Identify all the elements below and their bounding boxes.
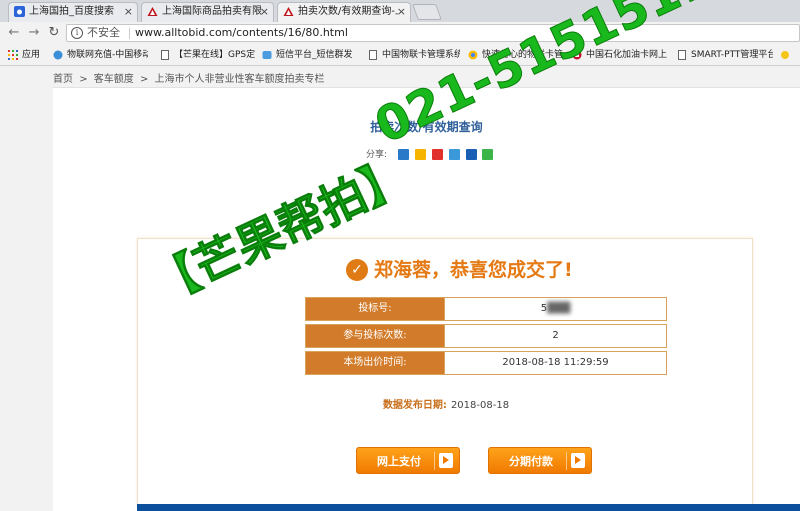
bookmark-label: 【芒果在线】GPS定位	[174, 50, 255, 60]
breadcrumb-quota-link[interactable]: 客车额度	[94, 74, 134, 85]
bookmark-label: 快速省心的物联卡管	[482, 50, 564, 60]
share-label: 分享:	[366, 150, 388, 160]
publish-date: 数据发布日期: 2018-08-18	[138, 396, 754, 411]
baidu-favicon-icon	[14, 6, 25, 17]
bookmark-label: 中国物联卡管理系统	[382, 50, 460, 60]
chrome-colored-icon	[468, 50, 478, 60]
forward-arrow-icon[interactable]: →	[26, 25, 42, 41]
bookmark-label: 中国石化加油卡网上	[586, 50, 668, 60]
installment-button[interactable]: 分期付款	[488, 447, 592, 474]
share-bar: 分享:	[366, 148, 494, 162]
breadcrumb-separator: >	[139, 74, 149, 85]
breadcrumb-separator: >	[79, 74, 88, 85]
renren-icon[interactable]	[465, 149, 477, 160]
divider	[129, 28, 130, 39]
alltobid-favicon-icon	[283, 7, 294, 16]
bid-number-value: 5███	[444, 298, 666, 320]
installment-label: 分期付款	[509, 455, 553, 468]
button-divider	[566, 452, 567, 470]
bid-count-value: 2	[444, 325, 666, 347]
content-card: 拍卖次数/有效期查询 分享: ✓ 郑海蓉，恭喜您成交了! 投标号: 5███ 参…	[53, 87, 800, 511]
footer-band	[137, 504, 800, 511]
tab-close-icon[interactable]: ×	[124, 3, 133, 21]
wechat-icon[interactable]	[482, 149, 494, 160]
bid-time-row: 本场出价时间: 2018-08-18 11:29:59	[305, 351, 667, 375]
result-panel: ✓ 郑海蓉，恭喜您成交了! 投标号: 5███ 参与投标次数: 2 本场出价时间…	[137, 238, 753, 508]
bookmark-iot-card-manage[interactable]: 快速省心的物联卡管	[468, 48, 565, 62]
redacted-blur: ███	[547, 303, 571, 314]
breadcrumb-current[interactable]: 上海市个人非营业性客车额度拍卖专栏	[155, 74, 325, 85]
page-icon	[369, 50, 377, 60]
bookmark-more[interactable]	[780, 48, 800, 62]
alltobid-favicon-icon	[147, 7, 158, 16]
bid-time-label: 本场出价时间:	[306, 352, 444, 374]
favorite-icon[interactable]	[414, 149, 426, 160]
bookmarks-bar: 应用 物联网充值-中国移动 【芒果在线】GPS定位 短信平台_短信群发 中国物联…	[0, 44, 800, 66]
reload-icon[interactable]: ↻	[46, 25, 62, 41]
arrow-right-icon	[439, 453, 453, 468]
address-bar[interactable]: i 不安全 www.alltobid.com/contents/16/80.ht…	[66, 24, 800, 42]
bookmark-iot-recharge[interactable]: 物联网充值-中国移动	[53, 48, 148, 62]
tab-baidu-search[interactable]: 上海国拍_百度搜索 ×	[8, 2, 138, 22]
bookmark-iot-card-system[interactable]: 中国物联卡管理系统	[368, 48, 460, 62]
bid-count-label: 参与投标次数:	[306, 325, 444, 347]
bookmark-mango-gps[interactable]: 【芒果在线】GPS定位	[160, 48, 255, 62]
weibo-icon[interactable]	[431, 149, 443, 160]
page-icon	[678, 50, 686, 60]
tencent-weibo-icon[interactable]	[448, 149, 460, 160]
back-arrow-icon[interactable]: ←	[6, 25, 22, 41]
page-icon	[161, 50, 169, 60]
tab-title: 拍卖次数/有效期查询-上	[298, 6, 398, 17]
browser-toolbar: ← → ↻ i 不安全 www.alltobid.com/contents/16…	[0, 22, 800, 44]
tab-close-icon[interactable]: ×	[260, 3, 269, 21]
insecure-label[interactable]: 不安全	[87, 25, 120, 41]
bid-count-row: 参与投标次数: 2	[305, 324, 667, 348]
bookmark-label: SMART-PTT管理平台	[691, 50, 773, 60]
pay-online-label: 网上支付	[377, 455, 421, 468]
bid-number-label: 投标号:	[306, 298, 444, 320]
bid-number-row: 投标号: 5███	[305, 297, 667, 321]
sms-icon	[262, 51, 272, 59]
breadcrumb-home-link[interactable]: 首页	[53, 74, 73, 85]
publish-date-label: 数据发布日期:	[382, 400, 447, 411]
bookmark-label: 短信平台_短信群发	[276, 50, 353, 60]
browser-tab-strip: 上海国拍_百度搜索 × 上海国际商品拍卖有限公 × 拍卖次数/有效期查询-上 ×	[0, 0, 800, 22]
bookmark-apps[interactable]: 应用	[8, 48, 48, 62]
tab-auction-query[interactable]: 拍卖次数/有效期查询-上 ×	[277, 2, 411, 22]
bookmark-smart-ptt[interactable]: SMART-PTT管理平台	[677, 48, 773, 62]
apps-grid-icon	[8, 50, 18, 60]
bookmark-label: 物联网充值-中国移动	[67, 50, 148, 60]
new-tab-button[interactable]	[412, 4, 442, 20]
yellow-circle-icon	[781, 51, 789, 59]
breadcrumb: 首页 > 客车额度 > 上海市个人非营业性客车额度拍卖专栏	[53, 70, 328, 85]
bookmark-sinopec[interactable]: 中国石化加油卡网上	[572, 48, 669, 62]
bookmark-label: 应用	[22, 50, 41, 60]
tab-auction-company[interactable]: 上海国际商品拍卖有限公 ×	[141, 2, 274, 22]
tab-title: 上海国拍_百度搜索	[29, 6, 114, 17]
tab-title: 上海国际商品拍卖有限公	[162, 6, 262, 17]
success-text: 郑海蓉，恭喜您成交了!	[374, 259, 573, 281]
bookmark-sms-platform[interactable]: 短信平台_短信群发	[262, 48, 357, 62]
check-badge-icon: ✓	[346, 259, 368, 281]
info-icon[interactable]: i	[71, 27, 83, 39]
tab-close-icon[interactable]: ×	[397, 3, 406, 21]
globe-icon	[53, 50, 63, 60]
bid-time-value: 2018-08-18 11:29:59	[444, 352, 666, 374]
qzone-icon[interactable]	[398, 149, 409, 160]
page-content: 首页 > 客车额度 > 上海市个人非营业性客车额度拍卖专栏 拍卖次数/有效期查询…	[0, 66, 800, 511]
arrow-right-icon	[571, 453, 585, 468]
page-title: 拍卖次数/有效期查询	[370, 120, 483, 134]
button-divider	[434, 452, 435, 470]
url-text[interactable]: www.alltobid.com/contents/16/80.html	[135, 25, 348, 41]
publish-date-value: 2018-08-18	[450, 400, 510, 411]
sinopec-icon	[572, 50, 582, 60]
pay-online-button[interactable]: 网上支付	[356, 447, 460, 474]
